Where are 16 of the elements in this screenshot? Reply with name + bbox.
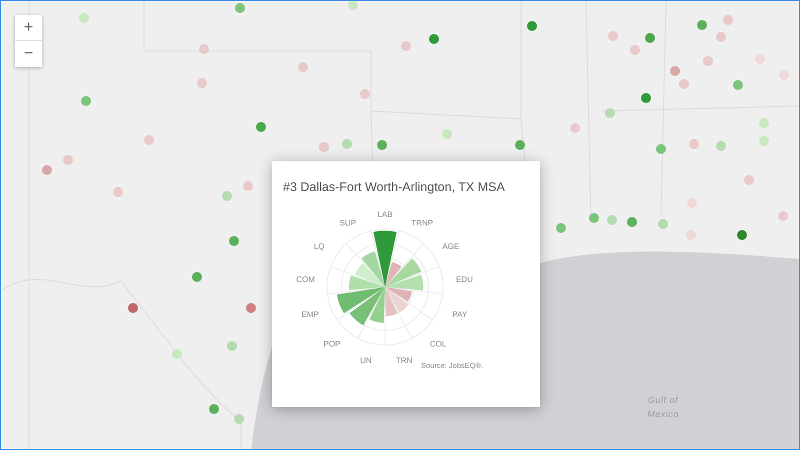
axis-label: EDU [456, 275, 473, 284]
axis-label: POP [324, 339, 340, 348]
axis-label: AGE [442, 242, 460, 251]
axis-label: LAB [377, 210, 393, 219]
zoom-in-button[interactable]: + [15, 15, 42, 41]
axis-label: TRNP [411, 218, 434, 228]
axis-label: PAY [452, 310, 468, 320]
axis-label: LQ [314, 242, 324, 251]
axis-label: COM [296, 275, 315, 284]
popup-title: #3 Dallas-Fort Worth-Arlington, TX MSA [283, 180, 505, 194]
axis-label: EMP [302, 310, 319, 320]
axis-label: TRN [396, 356, 412, 365]
axis-label: COL [430, 339, 446, 348]
axis-label: SUP [340, 218, 356, 228]
zoom-out-button[interactable]: − [15, 41, 42, 67]
axis-label: UN [360, 356, 372, 365]
